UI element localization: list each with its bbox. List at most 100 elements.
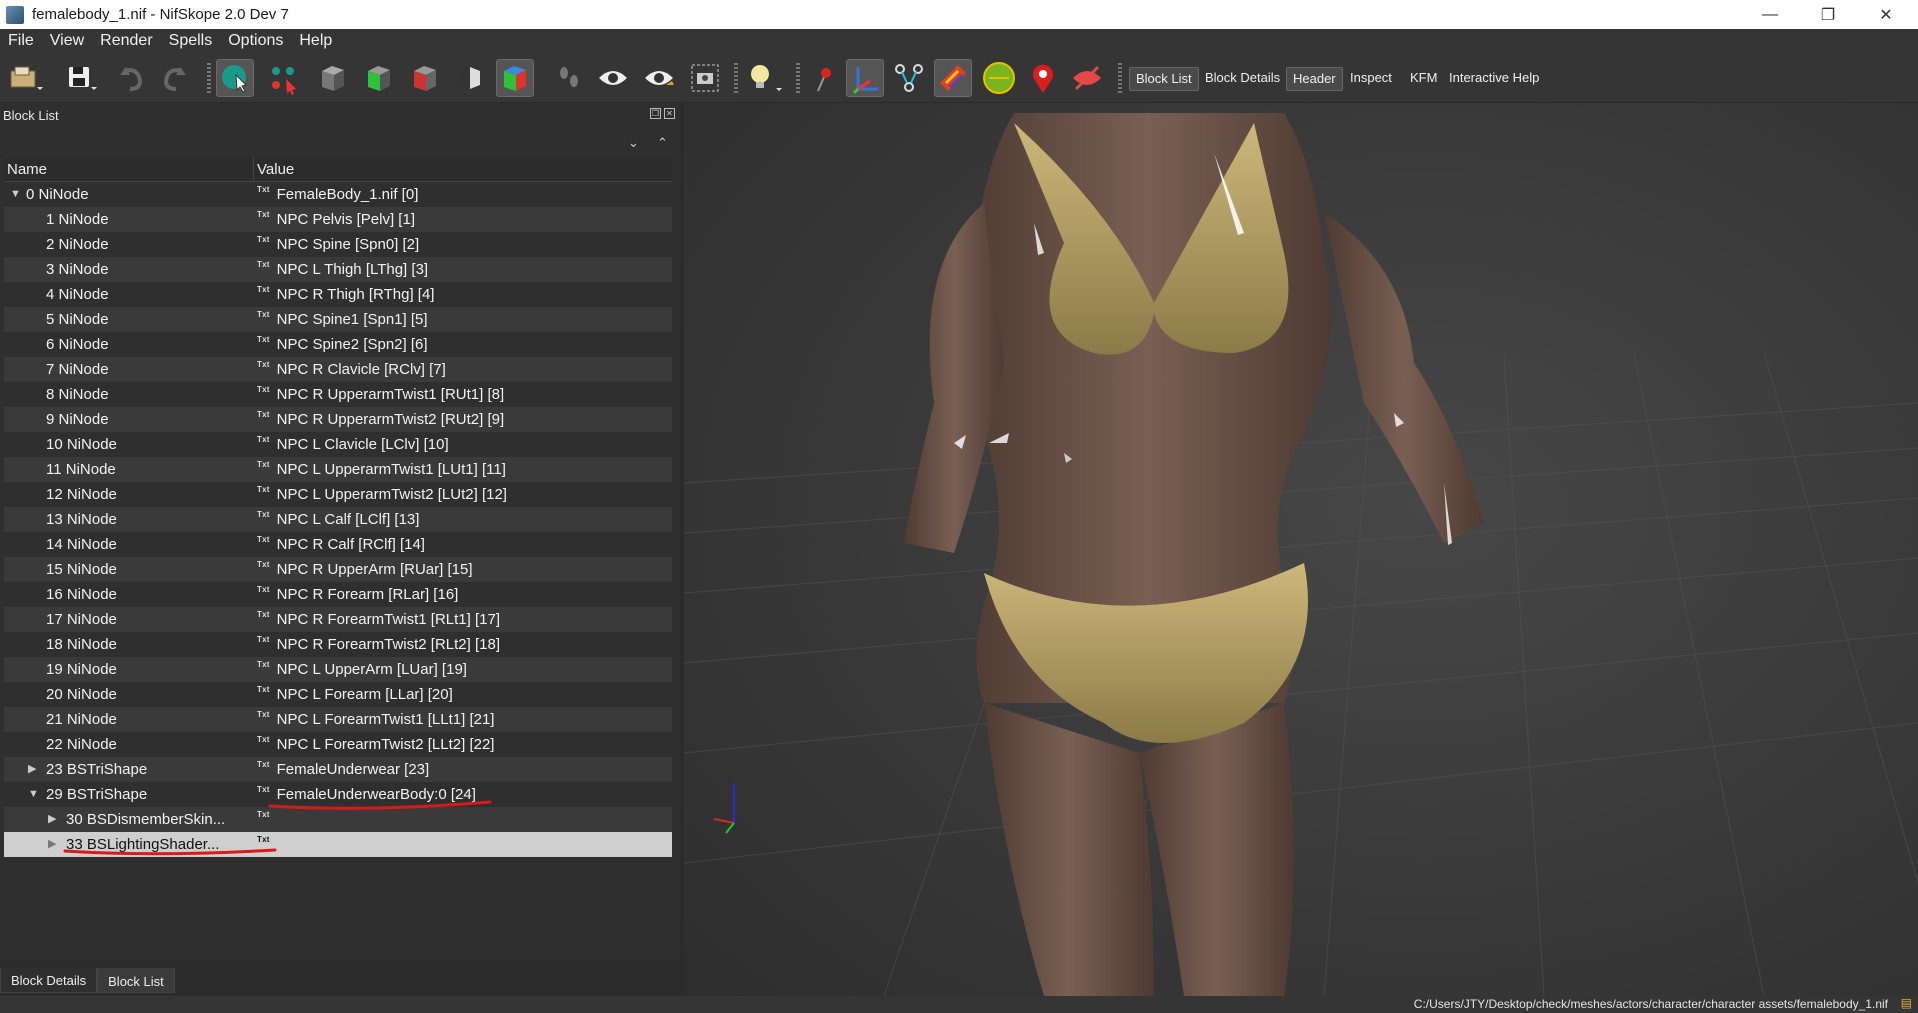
- row-name-cell: 21 NiNode: [4, 707, 254, 732]
- axes-icon[interactable]: [846, 59, 884, 97]
- tree-row[interactable]: 20 NiNode Txt NPC L Forearm [LLar] [20]: [4, 682, 672, 707]
- collapse-arrow-icon[interactable]: ▼: [28, 782, 39, 807]
- block-details-button[interactable]: Block Details: [1199, 67, 1286, 89]
- hidden-icon[interactable]: [1068, 59, 1106, 97]
- eye-icon[interactable]: [594, 59, 632, 97]
- tree-row[interactable]: 22 NiNode Txt NPC L ForearmTwist2 [LLt2] […: [4, 732, 672, 757]
- row-name-cell: 17 NiNode: [4, 607, 254, 632]
- tab-block-details[interactable]: Block Details: [0, 968, 98, 993]
- menu-render[interactable]: Render: [92, 32, 160, 50]
- eye-alt-icon[interactable]: [640, 59, 678, 97]
- txt-type-icon: Txt: [257, 835, 270, 844]
- expand-all-icon[interactable]: ⌄: [628, 135, 639, 151]
- collapse-arrow-icon[interactable]: ▼: [10, 182, 21, 207]
- expand-arrow-icon[interactable]: ▶: [28, 757, 36, 782]
- select-object-icon[interactable]: [216, 59, 254, 97]
- tree-row[interactable]: ▶ 33 BSLightingShader... Txt: [4, 832, 672, 857]
- row-name: 8 NiNode: [46, 386, 109, 403]
- row-value-cell: Txt NPC L ForearmTwist1 [LLt1] [21]: [254, 707, 672, 732]
- undo-icon[interactable]: [112, 59, 150, 97]
- view-top-icon[interactable]: [314, 59, 352, 97]
- screenshot-icon[interactable]: [686, 59, 724, 97]
- redo-icon[interactable]: [156, 59, 194, 97]
- view-side-icon[interactable]: [406, 59, 444, 97]
- menu-spells[interactable]: Spells: [161, 32, 221, 50]
- tree-row[interactable]: 19 NiNode Txt NPC L UpperArm [LUar] [19]: [4, 657, 672, 682]
- row-name-cell: 18 NiNode: [4, 632, 254, 657]
- marker-icon[interactable]: [1024, 59, 1062, 97]
- tree-row[interactable]: 11 NiNode Txt NPC L UpperarmTwist1 [LUt1] …: [4, 457, 672, 482]
- expand-arrow-icon[interactable]: ▶: [48, 832, 56, 857]
- tree-row[interactable]: 18 NiNode Txt NPC R ForearmTwist2 [RLt2] […: [4, 632, 672, 657]
- textures-icon[interactable]: [934, 59, 972, 97]
- close-button[interactable]: ✕: [1857, 0, 1915, 29]
- view-user-icon[interactable]: [450, 59, 488, 97]
- 3d-viewport[interactable]: [684, 103, 1918, 996]
- collapse-all-icon[interactable]: ⌃: [657, 135, 668, 151]
- minimize-button[interactable]: —: [1741, 0, 1799, 29]
- tree-row[interactable]: 7 NiNode Txt NPC R Clavicle [RClv] [7]: [4, 357, 672, 382]
- tree-row[interactable]: ▼ 0 NiNode Txt FemaleBody_1.nif [0]: [4, 182, 672, 207]
- row-value: NPC L UpperArm [LUar] [19]: [276, 661, 467, 678]
- row-name-cell: ▶ 30 BSDismemberSkin...: [4, 807, 254, 832]
- load-icon[interactable]: [6, 59, 44, 97]
- save-icon[interactable]: [62, 59, 100, 97]
- close-panel-icon[interactable]: ✕: [664, 108, 675, 119]
- tree-row[interactable]: 15 NiNode Txt NPC R UpperArm [RUar] [15]: [4, 557, 672, 582]
- tree-row[interactable]: ▼ 29 BSTriShape Txt FemaleUnderwearBody:0 […: [4, 782, 672, 807]
- pin-icon[interactable]: [806, 59, 844, 97]
- tree-row[interactable]: 12 NiNode Txt NPC L UpperarmTwist2 [LUt2] …: [4, 482, 672, 507]
- expand-arrow-icon[interactable]: ▶: [48, 807, 56, 832]
- block-list-button[interactable]: Block List: [1129, 67, 1199, 91]
- select-vertex-icon[interactable]: [264, 59, 302, 97]
- row-name: 13 NiNode: [46, 511, 117, 528]
- maximize-button[interactable]: ❐: [1799, 0, 1857, 29]
- tab-block-list[interactable]: Block List: [97, 968, 175, 993]
- row-value-cell: Txt NPC L UpperarmTwist1 [LUt1] [11]: [254, 457, 672, 482]
- tree-row[interactable]: ▶ 23 BSTriShape Txt FemaleUnderwear [23]: [4, 757, 672, 782]
- float-panel-icon[interactable]: ❐: [650, 108, 661, 119]
- row-name-cell: 4 NiNode: [4, 282, 254, 307]
- tree-row[interactable]: 1 NiNode Txt NPC Pelvis [Pelv] [1]: [4, 207, 672, 232]
- tree-row[interactable]: 6 NiNode Txt NPC Spine2 [Spn2] [6]: [4, 332, 672, 357]
- collision-icon[interactable]: [980, 59, 1018, 97]
- row-name: 19 NiNode: [46, 661, 117, 678]
- footsteps-icon[interactable]: [550, 59, 588, 97]
- column-name-header[interactable]: Name: [4, 158, 254, 181]
- kfm-button[interactable]: KFM: [1404, 67, 1443, 89]
- view-front-icon[interactable]: [360, 59, 398, 97]
- tree-row[interactable]: 9 NiNode Txt NPC R UpperarmTwist2 [RUt2] […: [4, 407, 672, 432]
- inspect-button[interactable]: Inspect: [1344, 67, 1398, 89]
- tree-row[interactable]: 2 NiNode Txt NPC Spine [Spn0] [2]: [4, 232, 672, 257]
- tree-row[interactable]: 8 NiNode Txt NPC R UpperarmTwist1 [RUt1] […: [4, 382, 672, 407]
- tree-row[interactable]: 5 NiNode Txt NPC Spine1 [Spn1] [5]: [4, 307, 672, 332]
- tree-row[interactable]: 3 NiNode Txt NPC L Thigh [LThg] [3]: [4, 257, 672, 282]
- row-name: 5 NiNode: [46, 311, 109, 328]
- column-value-header[interactable]: Value: [254, 158, 672, 181]
- menu-file[interactable]: File: [0, 32, 42, 50]
- menu-view[interactable]: View: [42, 32, 92, 50]
- tree-row[interactable]: 10 NiNode Txt NPC L Clavicle [LClv] [10]: [4, 432, 672, 457]
- interactive-help-button[interactable]: Interactive Help: [1443, 67, 1545, 89]
- file-path-label: C:/Users/JTY/Desktop/check/meshes/actors…: [1413, 997, 1888, 1011]
- tree-row[interactable]: 14 NiNode Txt NPC R Calf [RClf] [14]: [4, 532, 672, 557]
- row-value-cell: Txt: [254, 832, 672, 857]
- row-value: NPC R Forearm [RLar] [16]: [276, 586, 459, 603]
- row-value: NPC R UpperArm [RUar] [15]: [276, 561, 473, 578]
- txt-type-icon: Txt: [257, 385, 270, 394]
- row-name-cell: 19 NiNode: [4, 657, 254, 682]
- tree-row[interactable]: ▶ 30 BSDismemberSkin... Txt: [4, 807, 672, 832]
- header-button[interactable]: Header: [1286, 67, 1343, 91]
- nodes-icon[interactable]: [890, 59, 928, 97]
- tree-row[interactable]: 17 NiNode Txt NPC R ForearmTwist1 [RLt1] […: [4, 607, 672, 632]
- tree-row[interactable]: 4 NiNode Txt NPC R Thigh [RThg] [4]: [4, 282, 672, 307]
- tree-row[interactable]: 16 NiNode Txt NPC R Forearm [RLar] [16]: [4, 582, 672, 607]
- view-walk-icon[interactable]: [496, 59, 534, 97]
- tree-row[interactable]: 21 NiNode Txt NPC L ForearmTwist1 [LLt1] […: [4, 707, 672, 732]
- main-toolbar: Block List Block Details Header Inspect …: [0, 53, 1918, 103]
- lightbulb-icon[interactable]: [744, 59, 782, 97]
- row-value-cell: Txt NPC L Thigh [LThg] [3]: [254, 257, 672, 282]
- menu-help[interactable]: Help: [291, 32, 340, 50]
- tree-row[interactable]: 13 NiNode Txt NPC L Calf [LClf] [13]: [4, 507, 672, 532]
- menu-options[interactable]: Options: [220, 32, 291, 50]
